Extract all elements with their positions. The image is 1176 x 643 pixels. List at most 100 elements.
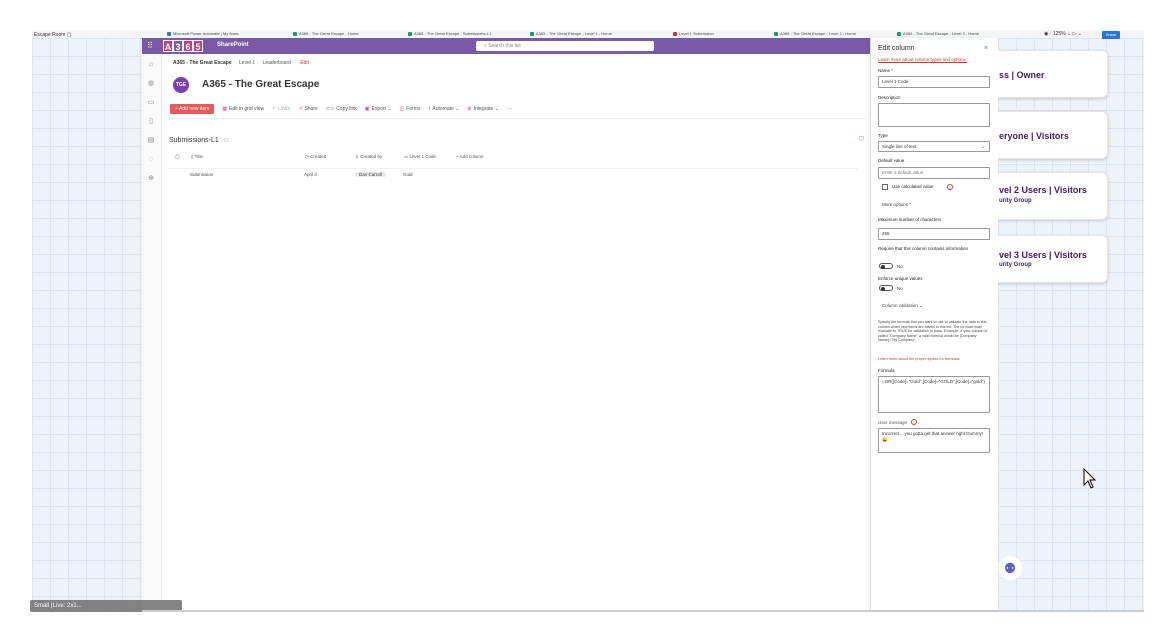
board-title[interactable]: Escape Room ▢	[34, 32, 72, 38]
list-title[interactable]: Submissions-L1 ☆	[169, 136, 229, 144]
browser-tab[interactable]: A365 - The Great Escape - Level 2 - Home	[774, 30, 856, 38]
default-value-label: Default value	[878, 158, 905, 163]
user-message-label: User message	[878, 420, 908, 425]
nav-level-1[interactable]: Level 1	[239, 60, 255, 66]
unique-toggle[interactable]	[879, 285, 893, 291]
search-input[interactable]: ⌕ Search this list	[476, 41, 654, 51]
whiteboard-canvas-left[interactable]	[32, 38, 142, 610]
more-options-toggle[interactable]: More options ^	[882, 202, 911, 207]
excel-icon: ▣	[364, 106, 370, 112]
description-label: Description	[878, 95, 901, 100]
type-label: Type	[878, 133, 888, 138]
globe-icon[interactable]: ◍	[147, 80, 155, 88]
logo-letter: 5	[193, 40, 203, 52]
panel-title: Edit column	[878, 45, 915, 52]
undo-button[interactable]: ↶ Undo	[272, 106, 290, 112]
user-message-field[interactable]: Incorrect... you gotta get that answer r…	[878, 428, 990, 453]
more-button[interactable]: ···	[507, 106, 512, 112]
screenshot-frame: Escape Room ▢ Microsoft Power Automate |…	[0, 0, 1176, 643]
tab-favicon-icon	[530, 31, 534, 36]
unique-value: No	[897, 286, 903, 291]
column-header-title[interactable]: ▯ Title	[191, 154, 203, 160]
export-button[interactable]: ▣ Export ⌄	[365, 106, 392, 112]
a365-logo[interactable]: A 3 6 5	[163, 40, 203, 52]
tab-favicon-icon	[167, 31, 171, 36]
share-button[interactable]: Share	[1102, 31, 1120, 39]
use-calculated-label: Use calculated value	[892, 184, 934, 189]
select-all-checkbox[interactable]: ◯	[175, 154, 180, 160]
browser-tab-active[interactable]: A365 - The Great Escape - Submissions-L1	[408, 30, 491, 38]
copy-link-button[interactable]: ⊂⊃ Copy link	[326, 106, 357, 112]
list-icon[interactable]: ▤	[147, 137, 155, 145]
permission-card[interactable]: vel 3 Users | Visitors urity Group	[990, 235, 1108, 283]
learn-column-types-link[interactable]: Learn more about column types and option…	[878, 57, 967, 62]
browser-tab[interactable]: Microsoft Power Automate | My flows	[167, 30, 239, 38]
forms-icon: ◫	[399, 106, 405, 112]
site-title[interactable]: A365 - The Great Escape	[202, 79, 319, 90]
page-icon[interactable]: ▯	[147, 118, 155, 126]
description-field[interactable]	[878, 103, 990, 127]
formula-field[interactable]: =OR([Code]="Gold",[Code]="GOLD",[Code]="…	[878, 376, 990, 413]
mouse-cursor-icon	[1083, 468, 1097, 489]
teams-icon[interactable]: ⚉	[998, 556, 1022, 580]
nav-edit[interactable]: Edit	[300, 60, 309, 66]
use-calculated-checkbox[interactable]	[882, 184, 888, 190]
validation-description: Specify the formula that you want to use…	[878, 320, 988, 343]
logo-letter: A	[163, 40, 173, 52]
undo-icon: ↶	[272, 106, 277, 112]
max-chars-field[interactable]: 255	[878, 228, 990, 240]
browser-tab[interactable]: A365 - The Great Escape - Home	[293, 30, 359, 38]
browser-tab[interactable]: A365 - The Great Escape - Level 3 - Home	[897, 30, 979, 38]
table-row[interactable]: Submission April 3 Dan Carroll Gold	[168, 168, 858, 180]
breadcrumb-site[interactable]: A365 - The Great Escape	[173, 60, 232, 66]
chat-icon[interactable]: ◌	[147, 156, 155, 164]
info-icon[interactable]: i	[947, 184, 953, 190]
command-bar: + Add new item ▦ Edit in grid view ↶ Undo …	[170, 104, 520, 114]
add-icon[interactable]: ⊕	[147, 175, 155, 183]
browser-tab[interactable]: Level 1 Submission	[673, 30, 714, 38]
type-select[interactable]: Single line of text ⌄	[878, 141, 990, 152]
cell-title[interactable]: Submission	[190, 172, 213, 177]
permission-card[interactable]: eryone | Visitors	[990, 111, 1108, 159]
browser-tab[interactable]: A365 - The Great Escape - Level 1 - Home	[530, 30, 612, 38]
forms-button[interactable]: ◫ Forms	[400, 106, 421, 112]
filter-icon[interactable]: ⛉	[859, 136, 864, 144]
close-icon[interactable]: ×	[984, 45, 988, 52]
cell-created: April 3	[304, 172, 317, 177]
default-value-field[interactable]: Enter a default value	[878, 167, 990, 179]
automate-icon: ⟆	[428, 106, 431, 112]
permission-card[interactable]: vel 2 Users | Visitors urity Group	[990, 172, 1108, 220]
column-header-created[interactable]: ◷ Created	[305, 154, 326, 160]
permission-card[interactable]: ss | Owner	[990, 50, 1108, 98]
logo-letter: 6	[183, 40, 193, 52]
app-name[interactable]: SharePoint	[217, 42, 249, 48]
home-icon[interactable]: ⌂	[147, 61, 155, 69]
column-header-level-1-code[interactable]: ▭ Level 1 Code	[404, 154, 436, 160]
app-launcher-icon[interactable]: ⠿	[147, 41, 153, 51]
learn-formulas-link[interactable]: Learn more about the proper syntax for f…	[878, 357, 961, 361]
column-header-created-by[interactable]: ♙ Created by	[355, 154, 382, 160]
site-logo[interactable]: TGE	[173, 77, 189, 93]
share-list-button[interactable]: ↗ Share	[298, 106, 318, 112]
add-new-item-button[interactable]: + Add new item	[170, 104, 215, 114]
add-column-button[interactable]: + Add column	[456, 154, 483, 159]
favorite-star-icon[interactable]: ☆	[223, 137, 229, 144]
edit-grid-button[interactable]: ▦ Edit in grid view	[222, 106, 264, 112]
cell-level-1-code: Gold	[403, 172, 413, 177]
require-label: Require that this column contains inform…	[878, 246, 969, 251]
link-icon: ⊂⊃	[325, 106, 335, 112]
share-icon: ↗	[298, 106, 303, 112]
name-field[interactable]: Level 1 Code	[878, 76, 990, 88]
column-validation-toggle[interactable]: Column validation ⌄	[882, 303, 923, 309]
info-icon[interactable]: i	[911, 419, 917, 425]
logo-letter: 3	[173, 40, 183, 52]
automate-button[interactable]: ⟆ Automate ⌄	[428, 106, 459, 112]
require-toggle[interactable]	[879, 263, 893, 269]
nav-leaderboard[interactable]: Leaderboard	[263, 60, 291, 66]
max-chars-label: Maximum number of characters	[878, 217, 942, 222]
zoom-control[interactable]: ◉ · 125% ⌄ ▷ ⌄	[1044, 31, 1082, 37]
bottom-scrollbar[interactable]	[142, 610, 1144, 612]
cell-created-by[interactable]: Dan Carroll	[355, 172, 386, 177]
integrate-button[interactable]: ⊞ Integrate ⌄	[467, 106, 499, 112]
feed-icon[interactable]: ▭	[147, 99, 155, 107]
